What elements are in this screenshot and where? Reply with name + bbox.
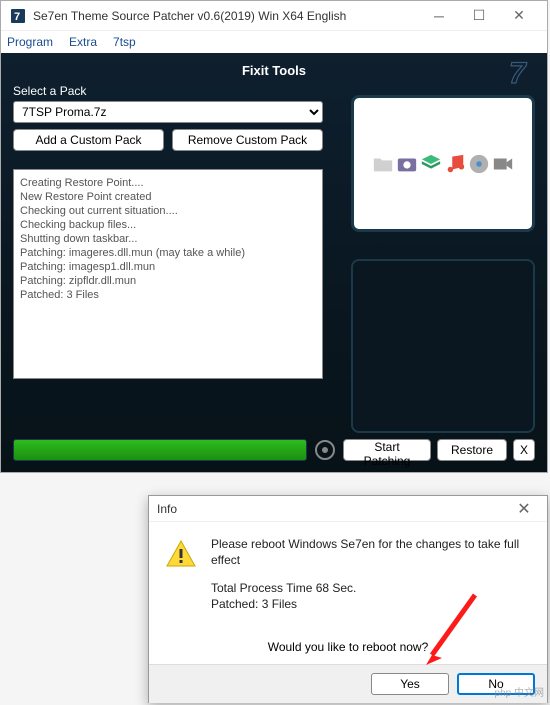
layers-icon [420,153,442,175]
menubar: Program Extra 7tsp [1,31,547,53]
preview-panel [351,95,535,232]
dialog-message: Please reboot Windows Se7en for the chan… [211,536,531,624]
progress-bar [13,439,307,461]
music-icon [444,153,466,175]
main-content: Fixit Tools 7 Select a Pack 7TSP Proma.7… [1,53,547,472]
svg-text:7: 7 [14,11,20,23]
log-line: Shutting down taskbar... [20,232,316,246]
menu-7tsp[interactable]: 7tsp [113,35,136,49]
restore-button[interactable]: Restore [437,439,507,461]
dialog-close-button[interactable]: ✕ [509,497,539,521]
fixit-heading: Fixit Tools [13,63,535,78]
disc-icon [468,153,490,175]
x-button[interactable]: X [513,439,535,461]
seven-logo-icon: 7 [507,57,537,96]
folder-icon [372,153,394,175]
video-icon [492,153,514,175]
camera-icon [396,153,418,175]
remove-pack-button[interactable]: Remove Custom Pack [172,129,323,151]
start-patching-button[interactable]: Start Patching [343,439,431,461]
log-line: Patching: imageres.dll.mun (may take a w… [20,246,316,260]
info-dialog: Info ✕ Please reboot Windows Se7en for t… [148,495,548,703]
main-window: 7 Se7en Theme Source Patcher v0.6(2019) … [0,0,548,473]
log-line: Patching: imagesp1.dll.mun [20,260,316,274]
warning-icon [165,538,197,570]
dialog-title: Info [157,502,509,516]
minimize-button[interactable]: ─ [419,2,459,30]
menu-program[interactable]: Program [7,35,53,49]
add-pack-button[interactable]: Add a Custom Pack [13,129,164,151]
pack-select[interactable]: 7TSP Proma.7z [13,101,323,123]
app-icon: 7 [9,7,27,25]
gear-icon [313,438,337,462]
log-output[interactable]: Creating Restore Point.... New Restore P… [13,169,323,379]
log-line: Patched: 3 Files [20,288,316,302]
svg-text:7: 7 [509,57,527,90]
pack-button-row: Add a Custom Pack Remove Custom Pack [13,129,323,151]
log-line: Checking backup files... [20,218,316,232]
log-line: Patching: zipfldr.dll.mun [20,274,316,288]
yes-button[interactable]: Yes [371,673,449,695]
progress-fill [14,440,306,460]
maximize-button[interactable]: ☐ [459,2,499,30]
log-line: Creating Restore Point.... [20,176,316,190]
log-line: Checking out current situation.... [20,204,316,218]
window-controls: ─ ☐ ✕ [419,2,539,30]
menu-extra[interactable]: Extra [69,35,97,49]
close-button[interactable]: ✕ [499,2,539,30]
dialog-body: Please reboot Windows Se7en for the chan… [149,522,547,634]
dialog-button-row: Yes No [149,664,547,703]
dialog-msg-stats: Total Process Time 68 Sec. Patched: 3 Fi… [211,580,531,612]
left-column: Select a Pack 7TSP Proma.7z Add a Custom… [13,84,323,379]
select-pack-label: Select a Pack [13,84,323,98]
dialog-prompt: Would you like to reboot now? [149,640,547,654]
dialog-titlebar: Info ✕ [149,496,547,522]
bottom-toolbar: Start Patching Restore X [13,438,535,462]
secondary-panel [351,259,535,433]
no-button[interactable]: No [457,673,535,695]
titlebar: 7 Se7en Theme Source Patcher v0.6(2019) … [1,1,547,31]
log-line: New Restore Point created [20,190,316,204]
dialog-msg-line1: Please reboot Windows Se7en for the chan… [211,536,531,568]
window-title: Se7en Theme Source Patcher v0.6(2019) Wi… [33,9,419,23]
